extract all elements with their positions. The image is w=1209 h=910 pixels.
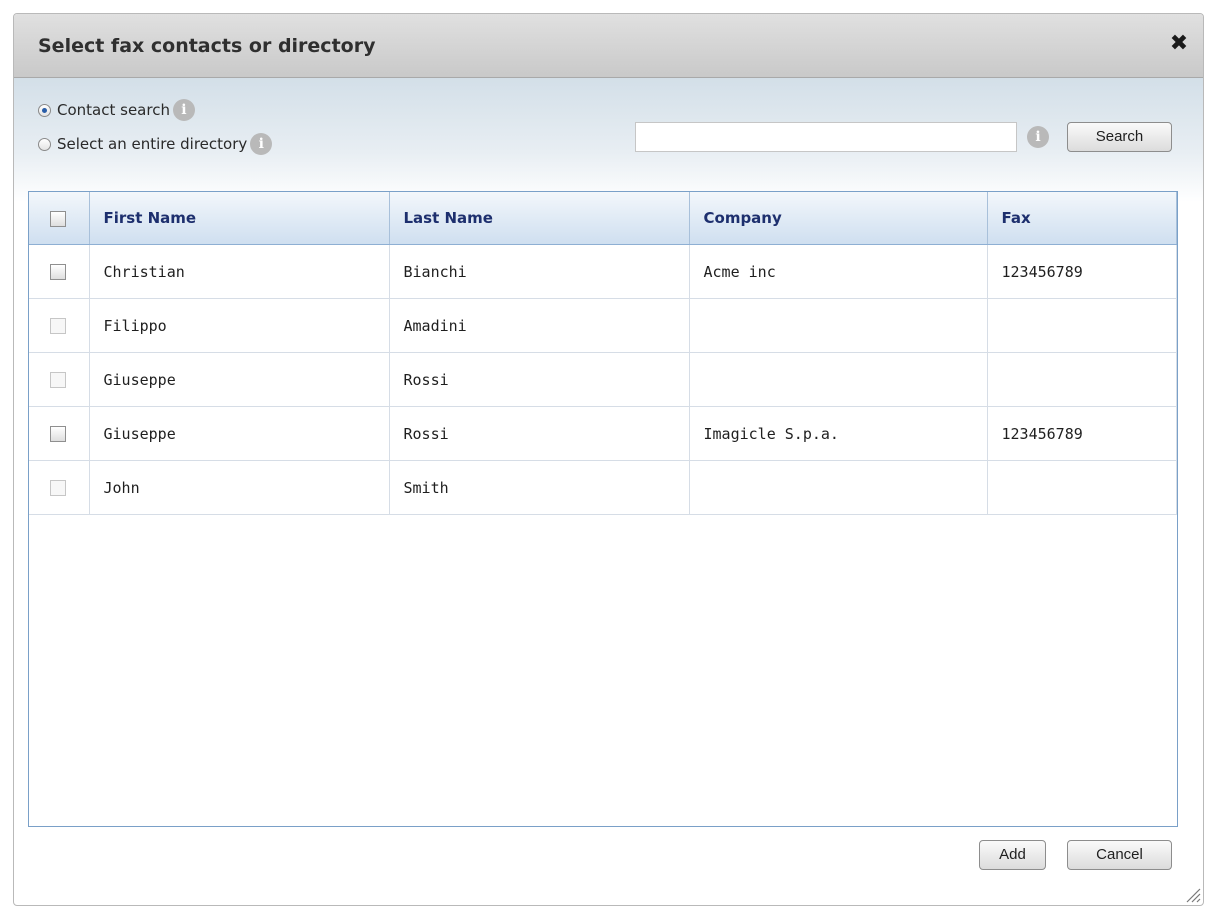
info-icon[interactable]: i [250,133,273,155]
first-name-cell: Christian [89,244,390,299]
last-name-cell: Smith [389,460,690,515]
contacts-table: First Name Last Name Company Fax Christi… [29,192,1177,515]
close-icon[interactable]: ✖ [1167,32,1191,56]
entire-directory-label: Select an entire directory [57,135,248,153]
row-select-cell [29,352,90,407]
company-cell [689,352,988,407]
search-input[interactable] [635,122,1017,152]
info-icon[interactable]: i [1027,126,1049,148]
fax-cell: 123456789 [987,406,1177,461]
contacts-grid: First Name Last Name Company Fax Christi… [28,191,1178,827]
row-checkbox [50,480,67,496]
last-name-cell: Rossi [389,406,690,461]
table-row[interactable]: Giuseppe Rossi Imagicle S.p.a. 123456789 [29,406,1177,461]
contact-search-radio[interactable] [38,103,51,117]
fax-cell [987,460,1177,515]
info-icon[interactable]: i [172,99,195,121]
row-checkbox[interactable] [50,426,67,442]
entire-directory-radio[interactable] [38,137,51,151]
last-name-cell: Rossi [389,352,690,407]
fax-cell: 123456789 [987,244,1177,299]
company-cell: Imagicle S.p.a. [689,406,988,461]
first-name-cell: Giuseppe [89,406,390,461]
fax-contact-dialog: Select fax contacts or directory ✖ Conta… [13,13,1204,906]
resize-grip-icon[interactable] [1183,885,1201,903]
last-name-cell: Amadini [389,298,690,353]
fax-cell [987,298,1177,353]
search-button[interactable]: Search [1067,122,1172,152]
table-row[interactable]: John Smith [29,460,1177,515]
row-select-cell [29,298,90,353]
add-button[interactable]: Add [979,840,1046,870]
select-all-checkbox[interactable] [50,210,67,227]
fax-cell [987,352,1177,407]
select-all-cell [29,192,90,245]
table-row[interactable]: Christian Bianchi Acme inc 123456789 [29,244,1177,299]
column-company[interactable]: Company [689,192,988,245]
column-fax[interactable]: Fax [987,192,1177,245]
row-select-cell [29,460,90,515]
column-last-name[interactable]: Last Name [389,192,690,245]
option-contact-search[interactable]: Contact search i [38,99,195,121]
cancel-button[interactable]: Cancel [1067,840,1172,870]
row-select-cell [29,244,90,299]
search-toolbar: Contact search i Select an entire direct… [14,78,1203,202]
contact-search-label: Contact search [57,101,170,119]
company-cell: Acme inc [689,244,988,299]
row-checkbox [50,318,67,334]
option-entire-directory[interactable]: Select an entire directory i [38,133,273,155]
row-checkbox [50,372,67,388]
row-select-cell [29,406,90,461]
dialog-title: Select fax contacts or directory [38,35,376,57]
column-first-name[interactable]: First Name [89,192,390,245]
table-row[interactable]: Giuseppe Rossi [29,352,1177,407]
row-checkbox[interactable] [50,264,67,280]
first-name-cell: Filippo [89,298,390,353]
table-header-row: First Name Last Name Company Fax [29,192,1177,245]
dialog-titlebar[interactable]: Select fax contacts or directory ✖ [14,14,1203,78]
last-name-cell: Bianchi [389,244,690,299]
first-name-cell: Giuseppe [89,352,390,407]
table-row[interactable]: Filippo Amadini [29,298,1177,353]
company-cell [689,460,988,515]
company-cell [689,298,988,353]
first-name-cell: John [89,460,390,515]
